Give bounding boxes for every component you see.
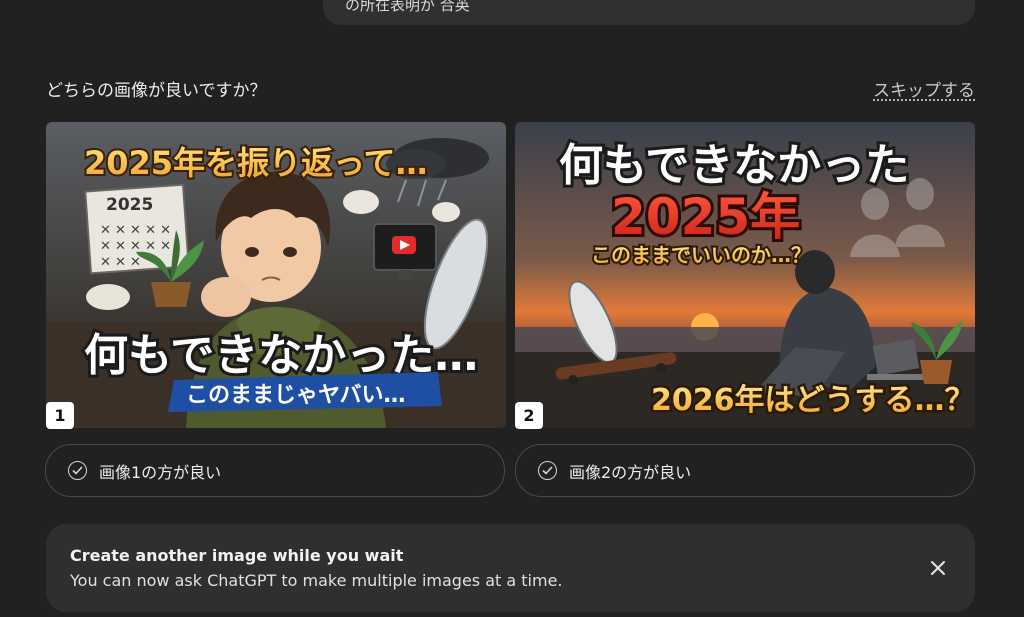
image-2-bottom-line: 2026年はどうする…？ — [651, 383, 975, 418]
prefer-image-2-button[interactable]: 画像2の方が良い — [515, 444, 975, 497]
image-number-badge-1: 1 — [46, 402, 74, 429]
check-circle-icon — [68, 461, 87, 480]
prefer-image-1-button[interactable]: 画像1の方が良い — [45, 444, 505, 497]
tip-title: Create another image while you wait — [70, 546, 404, 565]
previous-message-bubble: の所在表明が 合英 — [323, 0, 975, 25]
image-option-1[interactable]: 2025 ✕ ✕ ✕ ✕ ✕ ✕ ✕ ✕ ✕ ✕ ✕ ✕ ✕ 2025年を振り返… — [46, 122, 506, 428]
check-circle-icon — [538, 461, 557, 480]
image-2-headline-top: 何もできなかった — [559, 140, 909, 191]
svg-text:✕ ✕ ✕ ✕ ✕: ✕ ✕ ✕ ✕ ✕ — [100, 239, 171, 254]
image-1-banner-text: このままじゃヤバい… — [186, 383, 406, 408]
image-comparison-view: の所在表明が 合英 どちらの画像が良いですか？ スキップする 2025 ✕ ✕ … — [0, 0, 1024, 617]
comparison-question: どちらの画像が良いですか？ — [46, 81, 267, 101]
svg-text:✕ ✕ ✕ ✕ ✕: ✕ ✕ ✕ ✕ ✕ — [100, 223, 171, 238]
crumpled-paper-icon — [432, 202, 460, 222]
svg-text:✕ ✕ ✕: ✕ ✕ ✕ — [100, 255, 141, 270]
image-2-subline: このままでいいのか…？ — [591, 243, 811, 267]
image-2-headline-year: 2025年 — [611, 188, 800, 246]
close-icon[interactable] — [927, 557, 949, 579]
tip-body: You can now ask ChatGPT to make multiple… — [70, 571, 563, 590]
crumpled-paper-icon — [343, 190, 379, 214]
prefer-image-2-label: 画像2の方が良い — [569, 462, 692, 482]
image-1-headline-top: 2025年を振り返って… — [84, 144, 427, 182]
image-number-badge-2: 2 — [515, 402, 543, 429]
multi-image-tip-banner: Create another image while you wait You … — [46, 524, 975, 612]
image-2-artwork: 何もできなかった 2025年 このままでいいのか…？ 2026年はどうする…？ — [515, 122, 975, 428]
skip-link[interactable]: スキップする — [873, 76, 975, 101]
image-option-2[interactable]: 何もできなかった 2025年 このままでいいのか…？ 2026年はどうする…？ — [515, 122, 975, 428]
previous-message-text: の所在表明が 合英 — [345, 0, 470, 14]
prefer-image-1-label: 画像1の方が良い — [99, 462, 222, 482]
crumpled-paper-icon — [86, 284, 130, 310]
calendar-year: 2025 — [106, 195, 153, 215]
image-1-artwork: 2025 ✕ ✕ ✕ ✕ ✕ ✕ ✕ ✕ ✕ ✕ ✕ ✕ ✕ 2025年を振り返… — [46, 122, 506, 428]
